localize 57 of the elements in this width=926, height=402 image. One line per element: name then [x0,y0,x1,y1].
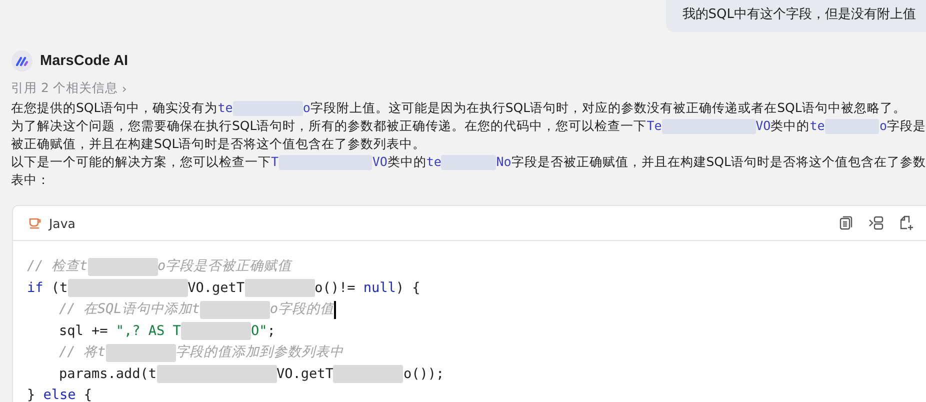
logo-icon [11,50,33,72]
code-token: ) { [396,278,420,298]
code-token: if [27,278,44,298]
answer-text: 为了解决这个问题，您需要确保在执行SQL语句时，所有的参数都被正确传递。在您的代码中，您可以检查一下 [11,117,647,135]
inline-code: o [302,99,310,117]
assistant-name: MarsCode AI [40,53,128,69]
code-token: ; [267,322,276,340]
redaction-blur [106,344,176,362]
user-message: 我的SQL中有这个字段，但是没有附上值 [666,0,926,32]
code-token: VO.getT [188,278,245,298]
code-token: ",? AS T [116,322,181,340]
code-token: params.add(t [59,364,157,384]
code-token: } [27,386,36,402]
redaction-blur [88,258,158,276]
code-token: o()); [403,364,444,384]
code-token: { [82,386,92,402]
code-token: // 检查t [27,257,88,276]
code-token: sql += [59,322,109,340]
inline-code: VO [756,117,771,135]
redaction-blur [200,300,270,319]
inline-code: VO [372,153,388,171]
redaction-blur [333,365,404,384]
code-token: // 在SQL语句中添加t [59,300,200,319]
answer-text: 表中： [11,171,50,189]
answer-text: 类中的 [387,153,426,171]
inline-code: Te [646,117,662,135]
copy-icon[interactable] [838,215,854,231]
code-token: O" [250,322,268,340]
code-token: VO.getT [276,364,334,384]
inline-code: T [271,153,279,171]
code-token: else [43,386,76,402]
answer-text: 以下是一个可能的解决方案，您可以检查一下 [11,153,271,171]
code-token: o字段的值 [270,300,334,319]
new-file-icon[interactable] [898,215,914,231]
code-token: null [363,278,396,298]
code-token: o字段是否被正确赋值 [158,257,292,276]
insert-icon[interactable] [868,215,884,231]
answer-text: 被正确赋值，并且在构建SQL语句时是否将这个值包含在了参数列表中。 [11,135,426,153]
code-token: o()!= [314,278,356,298]
chevron-icon[interactable]: › [122,81,127,96]
code-token: 字段的值添加到参数列表中 [176,343,344,362]
answer-text: 类中的 [770,117,810,135]
answer-text: 字段是 [887,117,926,135]
inline-code: o [879,117,887,135]
answer-text: 在您提供的SQL语句中，确实没有为 [11,99,218,117]
code-token: // 将t [59,343,106,362]
code-token: (t [50,278,68,298]
inline-code: te [810,117,825,135]
answer-text: 字段是否被正确赋值，并且在构建SQL语句时是否将这个值包含在了参数 [511,153,926,171]
answer-text: 字段附上值。这可能是因为在执行SQL语句时，对应的参数没有被正确传递或者在SQL语句中被忽略了。 [310,99,906,117]
inline-code: No [496,153,512,171]
language-label: Java [49,216,76,230]
redaction-blur [180,322,251,340]
redaction-blur [244,279,315,298]
references-link[interactable]: 引用 2 个相关信息 [11,80,118,97]
inline-code: te [218,99,233,117]
inline-code: te [426,153,442,171]
